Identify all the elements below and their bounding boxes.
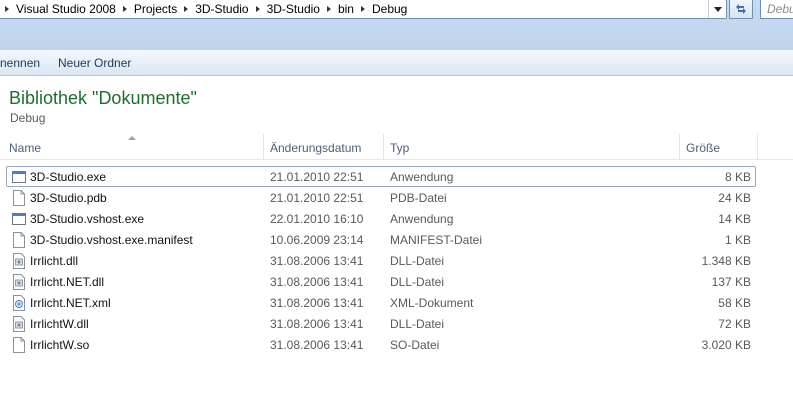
file-date: 31.08.2006 13:41 [270,317,364,331]
file-type: DLL-Datei [390,254,445,268]
list-item[interactable]: Irrlicht.NET.dll 31.08.2006 13:41 DLL-Da… [6,271,756,292]
file-name: Irrlicht.dll [30,254,79,268]
breadcrumb-separator[interactable] [322,0,336,19]
file-size: 3.020 KB [701,338,751,352]
breadcrumb-separator[interactable] [356,0,370,19]
list-item[interactable]: IrrlichtW.dll 31.08.2006 13:41 DLL-Datei… [6,313,756,334]
xml-icon [13,295,25,311]
column-header-size[interactable]: Größe [686,134,720,160]
file-date: 31.08.2006 13:41 [270,275,364,289]
dll-icon [13,274,25,290]
file-type: DLL-Datei [390,317,445,331]
library-subtitle: Debug [10,111,46,125]
file-type: PDB-Datei [390,191,447,205]
file-size: 24 KB [718,191,751,205]
column-divider[interactable] [757,134,758,160]
file-size: 1.348 KB [701,254,751,268]
list-item[interactable]: IrrlichtW.so 31.08.2006 13:41 SO-Datei 3… [6,334,756,355]
refresh-button[interactable] [729,0,753,19]
column-divider[interactable] [263,134,264,160]
exe-icon [12,213,26,225]
library-title: Bibliothek "Dokumente" [9,88,197,108]
rename-button[interactable]: nennen [0,56,40,70]
file-size: 137 KB [711,275,751,289]
address-dropdown-chevron-icon[interactable] [708,0,726,18]
file-name: 3D-Studio.exe [30,170,107,184]
new-folder-button[interactable]: Neuer Ordner [58,56,131,70]
dll-icon [13,316,25,332]
file-date: 31.08.2006 13:41 [270,338,364,352]
list-item[interactable]: 3D-Studio.vshost.exe.manifest 10.06.2009… [6,229,756,250]
file-size: 14 KB [718,212,751,226]
file-type: Anwendung [390,170,454,184]
address-bar[interactable]: Visual Studio 2008 Projects 3D-Studio 3D… [0,0,727,19]
column-header-row: Name Änderungsdatum Typ Größe [0,134,793,160]
file-date: 31.08.2006 13:41 [270,296,364,310]
list-item[interactable]: 3D-Studio.pdb 21.01.2010 22:51 PDB-Datei… [6,187,756,208]
exe-icon [12,171,26,183]
breadcrumb-separator[interactable] [179,0,193,19]
file-icon [13,337,25,353]
file-name: 3D-Studio.vshost.exe [30,212,145,226]
list-item[interactable]: Irrlicht.dll 31.08.2006 13:41 DLL-Datei … [6,250,756,271]
search-input[interactable]: Debug [760,0,793,19]
dll-icon [13,253,25,269]
file-type: XML-Dokument [390,296,474,310]
file-type: Anwendung [390,212,454,226]
file-icon [13,190,25,206]
breadcrumb-separator[interactable] [0,0,14,19]
file-type: DLL-Datei [390,275,445,289]
file-date: 10.06.2009 23:14 [270,233,364,247]
column-header-date[interactable]: Änderungsdatum [270,134,361,160]
list-item[interactable]: Irrlicht.NET.xml 31.08.2006 13:41 XML-Do… [6,292,756,313]
column-divider[interactable] [383,134,384,160]
breadcrumb-debug[interactable]: Debug [370,0,409,19]
file-name: 3D-Studio.vshost.exe.manifest [30,233,193,247]
file-date: 21.01.2010 22:51 [270,191,364,205]
column-header-name[interactable]: Name [9,134,41,160]
refresh-icon [736,4,746,14]
file-type: SO-Datei [390,338,440,352]
breadcrumb-visual-studio[interactable]: Visual Studio 2008 [14,0,118,19]
list-item[interactable]: 3D-Studio.exe 21.01.2010 22:51 Anwendung… [6,166,756,187]
breadcrumb-separator[interactable] [118,0,132,19]
file-date: 21.01.2010 22:51 [270,170,364,184]
file-name: IrrlichtW.dll [30,317,89,331]
list-item[interactable]: 3D-Studio.vshost.exe 22.01.2010 16:10 An… [6,208,756,229]
breadcrumb-bin[interactable]: bin [336,0,356,19]
breadcrumb-projects[interactable]: Projects [132,0,179,19]
breadcrumb-3d-studio-1[interactable]: 3D-Studio [193,0,250,19]
file-name: 3D-Studio.pdb [30,191,107,205]
column-header-type[interactable]: Typ [390,134,409,160]
window-top-bar: Visual Studio 2008 Projects 3D-Studio 3D… [0,0,793,50]
file-name: Irrlicht.NET.dll [30,275,105,289]
file-icon [13,232,25,248]
column-divider[interactable] [679,134,680,160]
command-toolbar: nennen Neuer Ordner [0,50,793,76]
breadcrumb-3d-studio-2[interactable]: 3D-Studio [265,0,322,19]
file-size: 58 KB [718,296,751,310]
file-name: Irrlicht.NET.xml [30,296,111,310]
file-name: IrrlichtW.so [30,338,90,352]
file-size: 1 KB [724,233,751,247]
file-date: 22.01.2010 16:10 [270,212,364,226]
file-size: 72 KB [718,317,751,331]
file-date: 31.08.2006 13:41 [270,254,364,268]
file-size: 8 KB [724,170,751,184]
breadcrumb-separator[interactable] [251,0,265,19]
file-type: MANIFEST-Datei [390,233,483,247]
